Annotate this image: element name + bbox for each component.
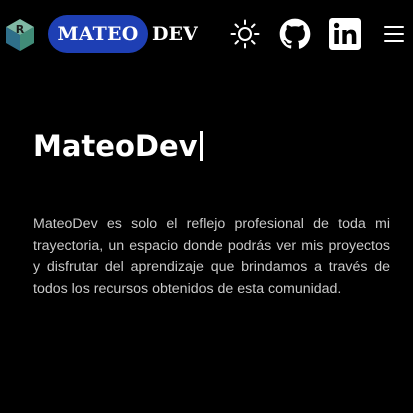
linkedin-link[interactable] (328, 17, 362, 51)
linkedin-icon (329, 18, 361, 50)
theme-toggle-button[interactable] (228, 17, 262, 51)
menu-button[interactable] (378, 17, 410, 51)
sun-icon (230, 19, 260, 49)
github-link[interactable] (278, 17, 312, 51)
r-cube-logo-icon[interactable]: R (5, 18, 35, 52)
github-icon (279, 18, 311, 49)
brand-logo[interactable]: MATEO DEV (48, 14, 198, 54)
svg-text:R: R (16, 23, 25, 36)
hero-description: MateoDev es solo el reflejo profesional … (33, 216, 390, 297)
hero-title-text: MateoDev (33, 129, 198, 163)
hamburger-menu-icon (384, 26, 404, 42)
navbar: R MATEO DEV (0, 0, 413, 68)
brand-highlight: MATEO (48, 15, 148, 53)
brand-suffix: DEV (152, 23, 198, 45)
typing-caret (199, 131, 203, 161)
hero-title: MateoDev (33, 126, 203, 166)
